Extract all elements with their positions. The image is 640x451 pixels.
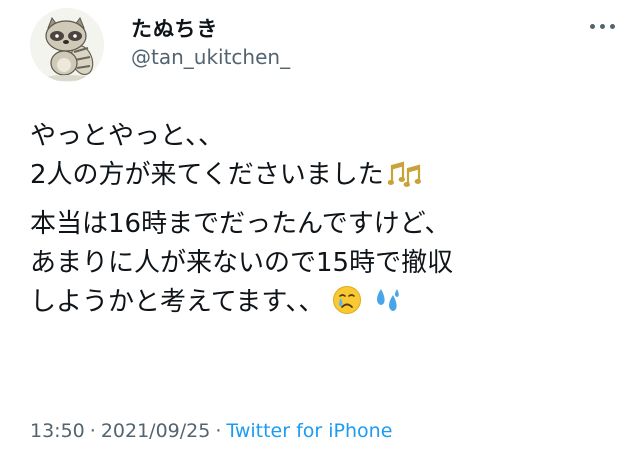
tweet-time[interactable]: 13:50 xyxy=(30,420,85,442)
meta-separator: · xyxy=(89,420,96,442)
tweet-paragraph-2: 本当は16時までだったんですけど、 あまりに人が来ないので15時で撤収 しようか… xyxy=(30,205,626,322)
tweet-paragraph-1: やっとやっと、、 2人の方が来てくださいました xyxy=(30,117,626,195)
tweet-source-link[interactable]: Twitter for iPhone xyxy=(226,420,392,442)
tweet-date[interactable]: 2021/09/25 xyxy=(101,420,211,442)
display-name[interactable]: たぬちき xyxy=(131,13,218,43)
tweet-line-with-emoji: 2人の方が来てくださいました xyxy=(30,156,626,195)
tweet-line: やっとやっと、、 xyxy=(30,121,224,151)
tweet-line: あまりに人が来ないので15時で撤収 xyxy=(30,248,454,278)
meta-separator: · xyxy=(215,420,222,442)
tweet-line-text: しようかと考えてます、、 xyxy=(30,287,325,317)
sweat-droplets-emoji xyxy=(372,285,402,315)
tanuki-avatar-icon xyxy=(30,8,104,82)
music-notes-emoji xyxy=(387,160,422,188)
avatar[interactable] xyxy=(30,8,104,82)
tweet-card: たぬちき @tan_ukitchen_ やっとやっと、、 2人の方が来てください… xyxy=(0,0,640,451)
more-horizontal-icon[interactable] xyxy=(584,20,620,34)
tweet-text: やっとやっと、、 2人の方が来てくださいました 本当は16時までだったんですけど… xyxy=(30,117,626,322)
tweet-line: 本当は16時までだったんですけど、 xyxy=(30,209,451,239)
tweet-line-text: 2人の方が来てくださいました xyxy=(30,160,384,190)
crying-face-emoji xyxy=(332,285,362,315)
user-handle[interactable]: @tan_ukitchen_ xyxy=(131,45,290,69)
tweet-line-with-emoji: しようかと考えてます、、 xyxy=(30,283,626,322)
tweet-metadata: 13:50 · 2021/09/25 · Twitter for iPhone xyxy=(30,420,392,442)
